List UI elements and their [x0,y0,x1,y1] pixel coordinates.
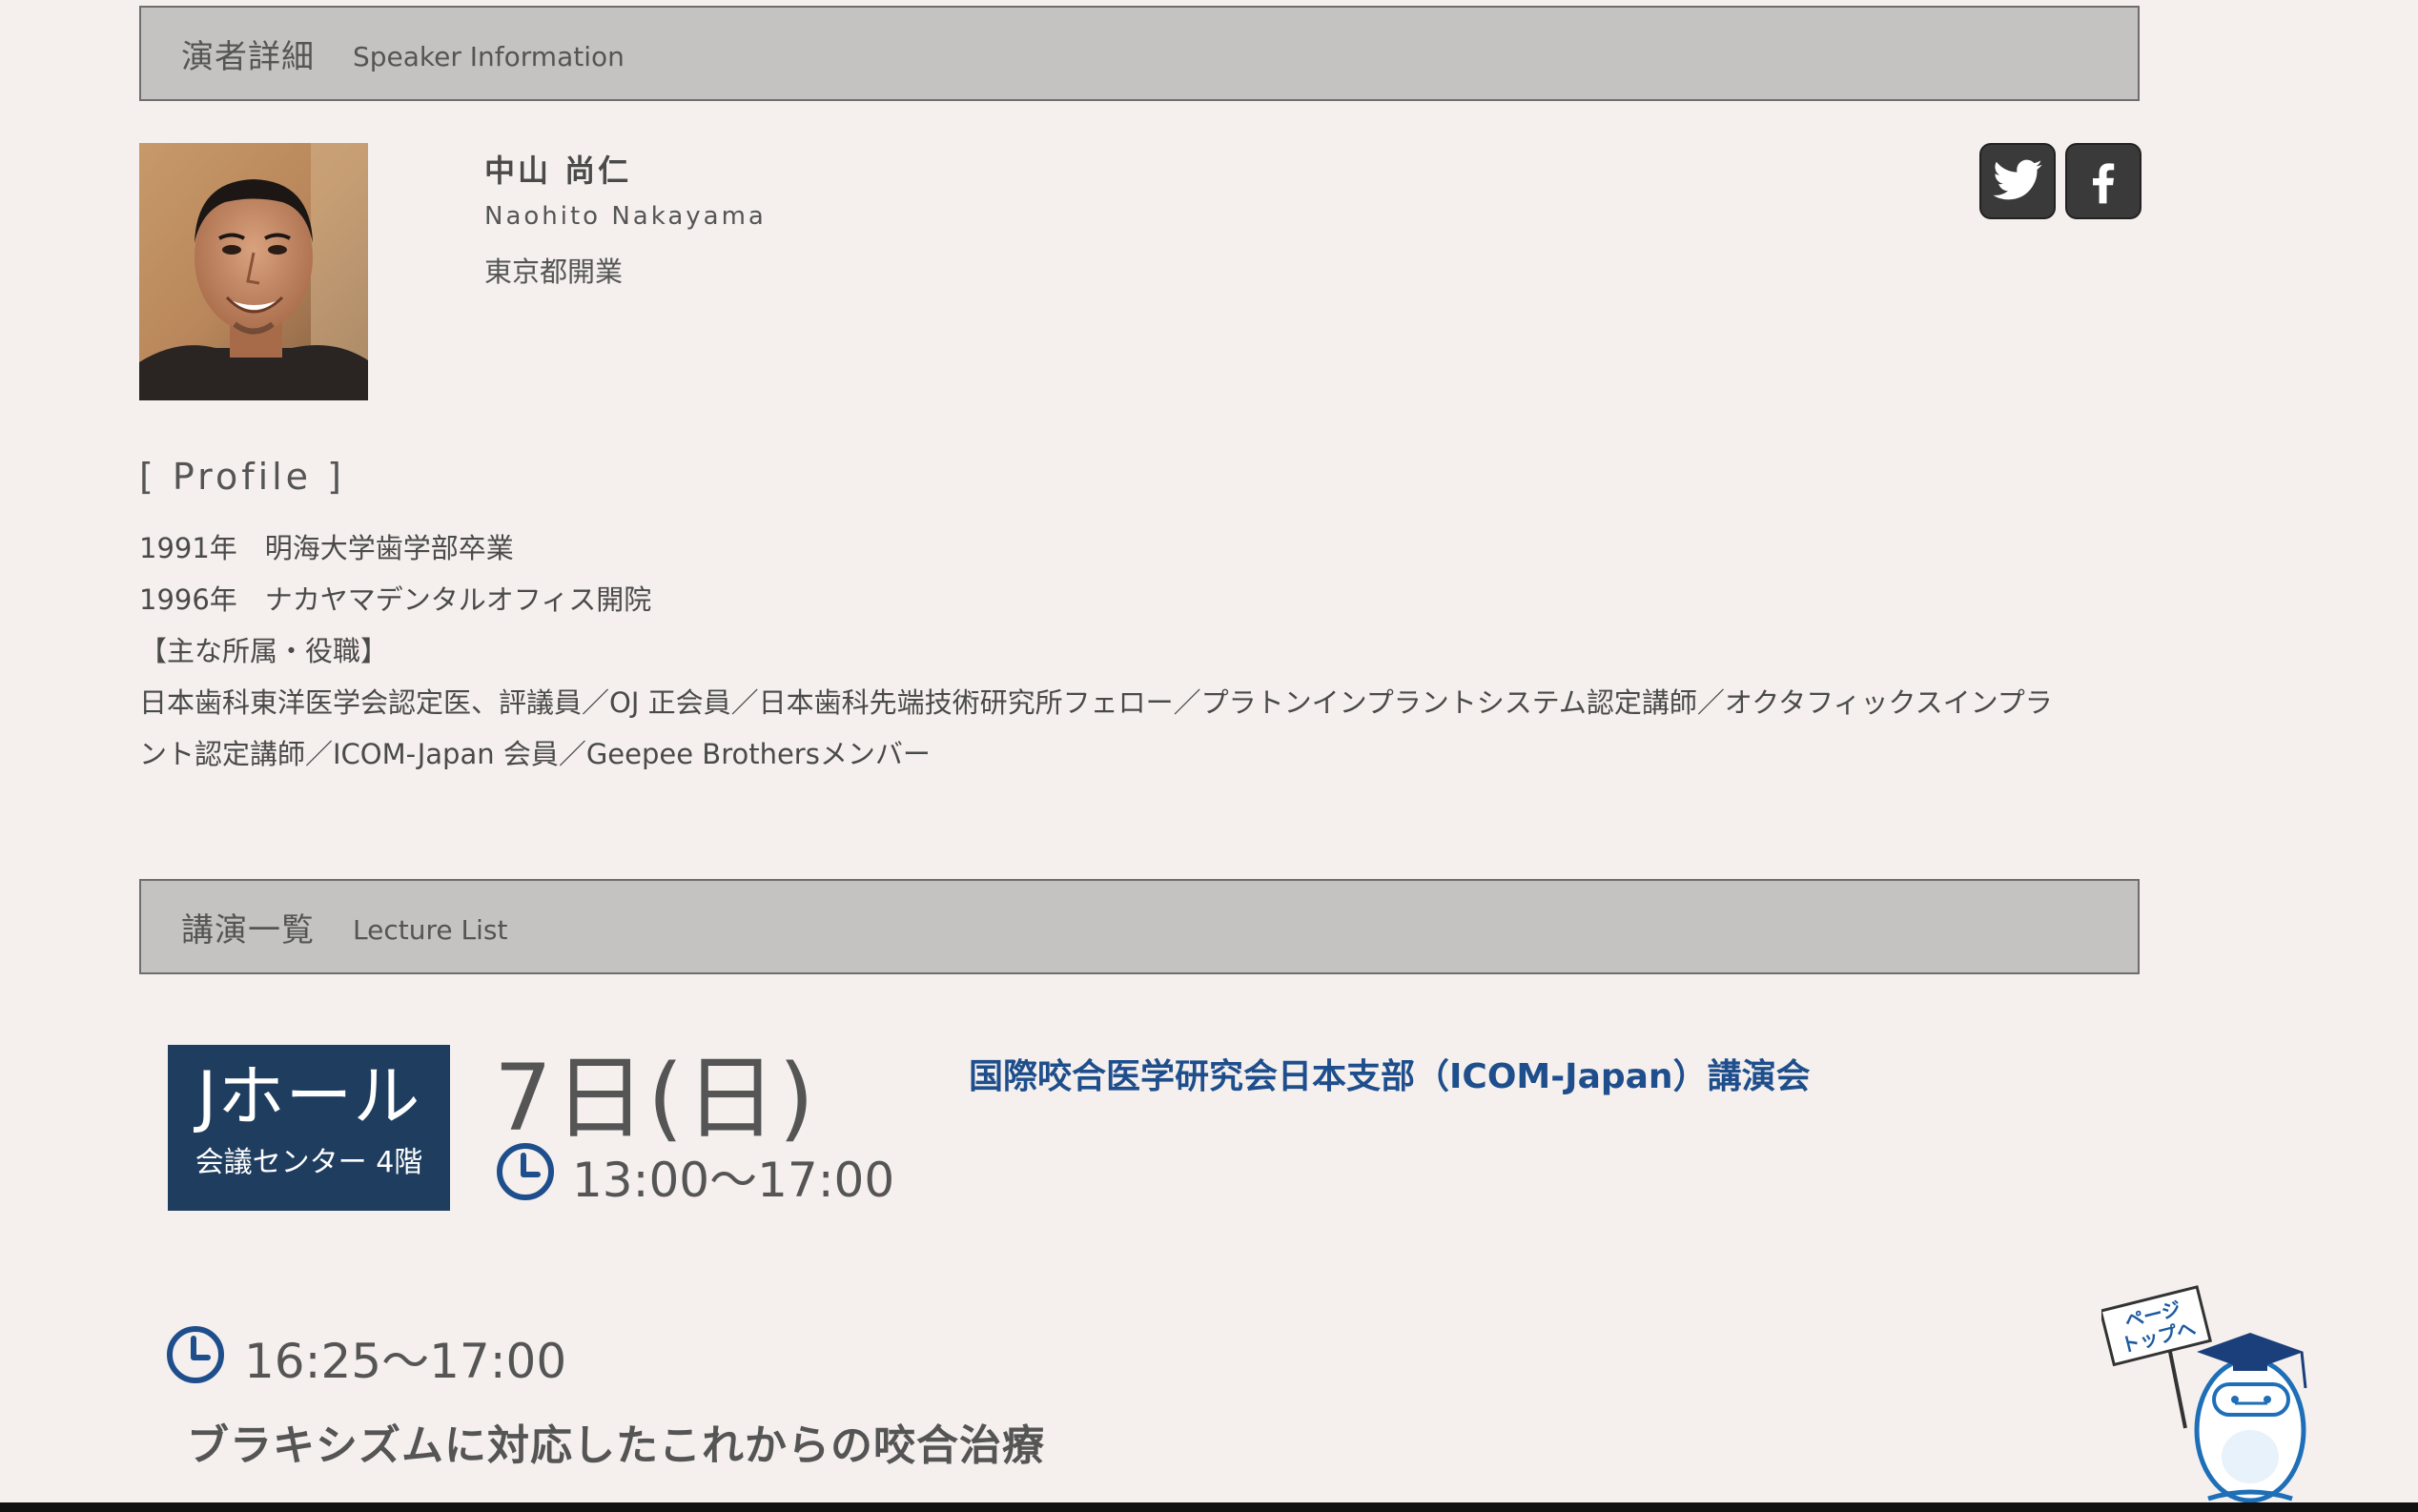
facebook-icon [2093,163,2115,204]
hall-badge: Jホール 会議センター 4階 [168,1045,450,1211]
twitter-icon [1993,159,2042,200]
twitter-share-button[interactable] [1979,143,2056,219]
profile-line: 1996年 ナカヤマデンタルオフィス開院 [139,583,652,616]
profile-line: 1991年 明海大学歯学部卒業 [139,532,514,564]
lecture-list-header: 講演一覧 Lecture List [139,879,2140,974]
lecture-list-title-en: Lecture List [353,913,508,946]
speaker-name-jp: 中山 尚仁 [484,153,632,189]
speaker-info-header: 演者詳細 Speaker Information [139,6,2140,101]
profile-line: 日本歯科東洋医学会認定医、評議員／OJ 正会員／日本歯科先端技術研究所フェロー／… [139,686,2053,719]
speaker-name-en: Naohito Nakayama [484,202,767,231]
lecture-list-title-jp: 講演一覧 [181,910,315,950]
page-top-button[interactable]: ページ トップへ [2099,1285,2330,1504]
speaker-photo [139,143,368,400]
speaker-clinic: 東京都開業 [484,255,624,288]
talk-time: 16:25〜17:00 [244,1334,567,1389]
hall-floor: 会議センター 4階 [195,1146,423,1179]
lecture-title: ブラキシズムに対応したこれからの咬合治療 [187,1421,1045,1470]
facebook-share-button[interactable] [2065,143,2141,219]
profile-text: 1991年 明海大学歯学部卒業 1996年 ナカヤマデンタルオフィス開院 【主な… [139,522,2141,780]
profile-line: ント認定講師／ICOM-Japan 会員／Geepee Brothersメンバー [139,738,931,770]
profile-heading: [ Profile ] [139,456,345,498]
session-time: 13:00〜17:00 [572,1153,895,1208]
speaker-info-title-jp: 演者詳細 [181,37,315,76]
speaker-info-title-en: Speaker Information [353,40,625,72]
profile-line: 【主な所属・役職】 [139,635,389,667]
clock-icon [167,1326,224,1383]
lecture-date: 7日(日) [494,1045,816,1152]
mascot-icon: ページ トップへ [2099,1285,2307,1503]
bottom-bar [0,1502,2418,1512]
clock-icon [497,1143,554,1200]
hall-name: Jホール [196,1057,421,1135]
event-link[interactable]: 国際咬合医学研究会日本支部（ICOM-Japan）講演会 [969,1049,1811,1098]
